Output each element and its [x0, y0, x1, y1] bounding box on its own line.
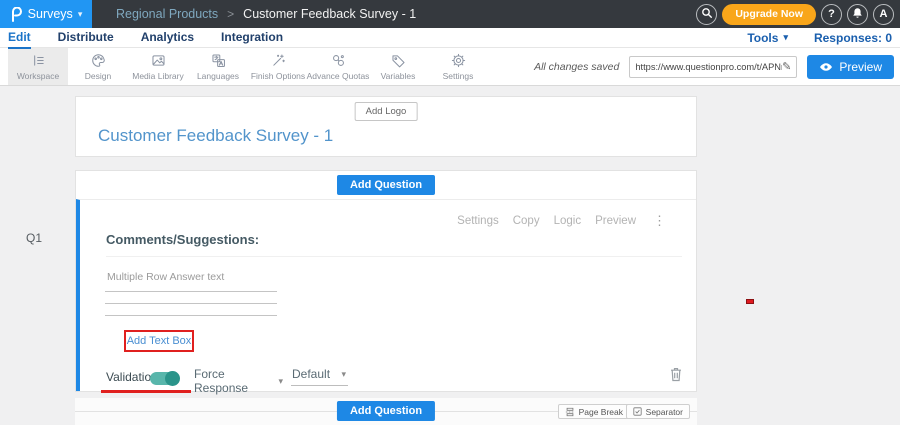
- survey-header-card: Add Logo Customer Feedback Survey - 1: [75, 96, 697, 157]
- app-logo-surveys-menu[interactable]: Surveys ▾: [0, 0, 92, 28]
- eye-icon: [819, 62, 833, 72]
- question-logic-link[interactable]: Logic: [554, 215, 582, 227]
- nav-tab-distribute[interactable]: Distribute: [58, 30, 114, 45]
- bell-icon: [852, 7, 863, 22]
- media-library-icon: [150, 52, 167, 69]
- annotation-red-dash: [746, 299, 754, 304]
- product-name: Surveys: [28, 7, 73, 21]
- responses-count[interactable]: Responses: 0: [814, 31, 892, 45]
- topbar: Surveys ▾ Regional Products > Customer F…: [0, 0, 900, 28]
- question-number-label: Q1: [26, 231, 42, 245]
- annotation-highlight-box: Add Text Box: [124, 330, 194, 352]
- chevron-down-icon: ▾: [783, 32, 788, 43]
- chevron-down-icon: ▾: [341, 369, 346, 380]
- upgrade-now-button[interactable]: Upgrade Now: [722, 4, 816, 25]
- edit-url-pencil-icon[interactable]: ✎: [782, 60, 791, 73]
- survey-url-input[interactable]: [635, 62, 782, 72]
- notifications-button[interactable]: [847, 4, 868, 25]
- breadcrumb: Regional Products > Customer Feedback Su…: [116, 7, 416, 21]
- page-break-button[interactable]: Page Break: [558, 404, 630, 419]
- page-break-icon: [565, 407, 575, 417]
- toolbar-item-settings[interactable]: Settings: [428, 48, 488, 85]
- breadcrumb-separator-icon: >: [227, 7, 234, 21]
- add-question-button-bottom[interactable]: Add Question: [337, 401, 435, 421]
- chevron-down-icon: ▾: [278, 376, 283, 387]
- separator-checkbox-icon: [633, 407, 642, 416]
- survey-nav: Edit Distribute Analytics Integration To…: [0, 28, 900, 48]
- annotation-underline: [101, 390, 191, 393]
- breadcrumb-parent[interactable]: Regional Products: [116, 7, 218, 21]
- nav-right: Tools ▾ Responses: 0: [747, 28, 892, 47]
- nav-tab-analytics[interactable]: Analytics: [141, 30, 194, 45]
- add-text-box-link[interactable]: Add Text Box: [127, 335, 192, 347]
- breadcrumb-current: Customer Feedback Survey - 1: [243, 7, 416, 21]
- question-divider: [106, 256, 682, 257]
- between-questions-strip: Add Question Page Break Separator: [75, 398, 697, 425]
- search-button[interactable]: [696, 4, 717, 25]
- question-card[interactable]: Settings Copy Logic Preview ⋮ Comments/S…: [76, 199, 696, 391]
- nav-tab-integration[interactable]: Integration: [221, 30, 283, 45]
- nav-tab-edit[interactable]: Edit: [8, 30, 31, 45]
- validation-toggle[interactable]: [150, 372, 178, 385]
- add-question-strip: Add Question: [76, 171, 696, 199]
- separator-button[interactable]: Separator: [626, 404, 690, 419]
- toolbar-item-design[interactable]: Design: [68, 48, 128, 85]
- question-text[interactable]: Comments/Suggestions:: [106, 232, 259, 247]
- question-menu: Settings Copy Logic Preview ⋮: [457, 213, 666, 229]
- workspace-icon: [30, 52, 47, 69]
- avatar[interactable]: A: [873, 4, 894, 25]
- survey-title[interactable]: Customer Feedback Survey - 1: [98, 126, 333, 146]
- force-response-dropdown[interactable]: Force Response ▾: [193, 367, 285, 400]
- variables-icon: [390, 52, 407, 69]
- answer-row-line[interactable]: [105, 315, 277, 316]
- topbar-actions: Upgrade Now ? A: [696, 0, 894, 28]
- save-status: All changes saved: [534, 61, 619, 73]
- toolbar-right: All changes saved ✎ Preview: [534, 48, 894, 85]
- add-question-button-top[interactable]: Add Question: [337, 175, 435, 195]
- chevron-down-icon: ▾: [78, 9, 83, 20]
- question-preview-link[interactable]: Preview: [595, 215, 636, 227]
- delete-question-button[interactable]: [669, 366, 683, 382]
- search-icon: [701, 7, 713, 22]
- add-logo-button[interactable]: Add Logo: [355, 102, 418, 121]
- survey-url-box[interactable]: ✎: [629, 56, 797, 78]
- default-dropdown[interactable]: Default ▾: [291, 367, 348, 386]
- help-button[interactable]: ?: [821, 4, 842, 25]
- toolbar-item-media-library[interactable]: Media Library: [128, 48, 188, 85]
- question-copy-link[interactable]: Copy: [513, 215, 540, 227]
- more-options-icon[interactable]: ⋮: [653, 213, 666, 229]
- languages-icon: [210, 52, 227, 69]
- answer-row-line[interactable]: [105, 291, 277, 292]
- toggle-knob: [165, 371, 180, 386]
- questionpro-logo-icon: [10, 7, 23, 22]
- toolbar-item-variables[interactable]: Variables: [368, 48, 428, 85]
- answer-row-line[interactable]: [105, 303, 277, 304]
- toolbar-item-finish-options[interactable]: Finish Options: [248, 48, 308, 85]
- finish-options-icon: [270, 52, 287, 69]
- answer-placeholder[interactable]: Multiple Row Answer text: [107, 271, 224, 283]
- question-block: Add Question Settings Copy Logic Preview…: [75, 170, 697, 392]
- trash-icon: [669, 366, 683, 382]
- toolbar-item-advance-quotas[interactable]: Advance Quotas: [308, 48, 368, 85]
- question-settings-link[interactable]: Settings: [457, 215, 499, 227]
- design-icon: [90, 52, 107, 69]
- settings-icon: [450, 52, 467, 69]
- tools-label: Tools: [747, 31, 778, 45]
- edit-toolbar: Workspace Design Media Library Languages…: [0, 48, 900, 86]
- advance-quotas-icon: [330, 52, 347, 69]
- toolbar-item-workspace[interactable]: Workspace: [8, 48, 68, 85]
- toolbar-item-languages[interactable]: Languages: [188, 48, 248, 85]
- preview-button[interactable]: Preview: [807, 55, 894, 79]
- tools-menu[interactable]: Tools ▾: [747, 31, 788, 45]
